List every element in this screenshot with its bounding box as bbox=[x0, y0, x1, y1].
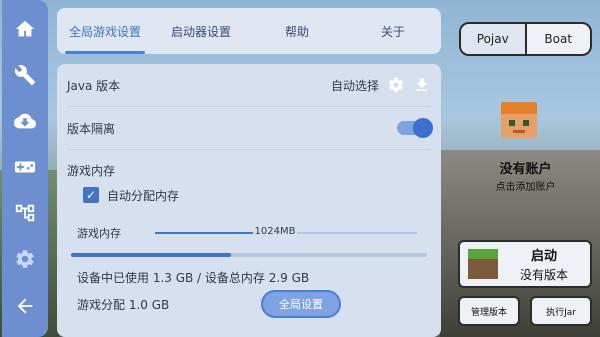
version-isolation-label: 版本隔离 bbox=[67, 121, 116, 136]
version-isolation-toggle[interactable] bbox=[397, 118, 433, 138]
tree-icon bbox=[15, 204, 35, 222]
game-allocation: 游戏分配 1.0 GB bbox=[77, 297, 170, 312]
version-isolation-row[interactable]: 版本隔离 bbox=[67, 107, 433, 150]
memory-usage-bar bbox=[71, 253, 427, 257]
manage-version-button[interactable]: 管理版本 bbox=[458, 296, 520, 326]
global-settings-button[interactable]: 全局设置 bbox=[261, 290, 341, 318]
left-nav-rail bbox=[2, 0, 48, 337]
memory-section-title: 游戏内存 bbox=[67, 164, 116, 178]
cloud-download-icon bbox=[14, 113, 36, 129]
segment-pojav[interactable]: Pojav bbox=[461, 24, 525, 54]
avatar[interactable] bbox=[501, 102, 537, 138]
tab-global-game-settings[interactable]: 全局游戏设置 bbox=[57, 8, 153, 54]
auto-memory-row[interactable]: ✓ 自动分配内存 bbox=[67, 183, 431, 207]
nav-download-button[interactable] bbox=[8, 104, 42, 138]
auto-memory-label: 自动分配内存 bbox=[107, 188, 180, 203]
add-account-hint[interactable]: 点击添加账户 bbox=[451, 178, 600, 193]
memory-slider[interactable]: 1024MB bbox=[155, 226, 417, 240]
memory-label: 游戏内存 bbox=[77, 227, 121, 240]
nav-tools-button[interactable] bbox=[8, 58, 42, 92]
settings-card: Java 版本 自动选择 版本隔离 游戏内存 ✓ 自动分配内存 游戏内存 102… bbox=[57, 64, 441, 337]
tab-about[interactable]: 关于 bbox=[345, 8, 441, 54]
home-icon bbox=[15, 20, 35, 37]
gear-icon[interactable] bbox=[387, 76, 405, 94]
nav-controls-button[interactable] bbox=[8, 150, 42, 184]
java-version-label: Java 版本 bbox=[67, 78, 121, 93]
download-icon[interactable] bbox=[413, 76, 431, 94]
java-version-value: 自动选择 bbox=[330, 78, 379, 93]
memory-usage-fill bbox=[71, 253, 232, 257]
memory-value: 1024MB bbox=[252, 226, 298, 237]
launch-title: 启动 bbox=[530, 249, 557, 264]
nav-back-button[interactable] bbox=[8, 289, 42, 323]
launch-button[interactable]: 启动 没有版本 bbox=[458, 240, 592, 288]
renderer-switch: Pojav Boat bbox=[459, 22, 592, 56]
gear-icon bbox=[16, 250, 34, 268]
run-jar-button[interactable]: 执行Jar bbox=[530, 296, 592, 326]
nav-home-button[interactable] bbox=[8, 12, 42, 46]
nav-settings-button[interactable] bbox=[8, 242, 42, 276]
back-arrow-icon bbox=[17, 298, 33, 314]
nav-mods-button[interactable] bbox=[8, 196, 42, 230]
settings-tabs: 全局游戏设置 启动器设置 帮助 关于 bbox=[57, 8, 441, 54]
auto-memory-checkbox[interactable]: ✓ bbox=[83, 187, 99, 203]
toggle-knob bbox=[413, 118, 433, 138]
device-memory-usage: 设备中已使用 1.3 GB / 设备总内存 2.9 GB bbox=[77, 271, 310, 285]
tab-help[interactable]: 帮助 bbox=[249, 8, 345, 54]
launcher-panel: Pojav Boat 没有账户 点击添加账户 启动 没有版本 管理版本 执行Ja… bbox=[451, 0, 600, 337]
wrench-icon bbox=[14, 65, 36, 86]
settings-panel: 全局游戏设置 启动器设置 帮助 关于 Java 版本 自动选择 版本隔离 游戏内… bbox=[57, 8, 441, 337]
tab-launcher-settings[interactable]: 启动器设置 bbox=[153, 8, 249, 54]
launch-version: 没有版本 bbox=[519, 268, 568, 282]
memory-slider-row: 游戏内存 1024MB bbox=[67, 215, 431, 251]
account-name[interactable]: 没有账户 bbox=[451, 158, 600, 177]
grass-block-icon bbox=[468, 249, 498, 279]
segment-boat[interactable]: Boat bbox=[524, 24, 591, 54]
gamepad-icon bbox=[14, 161, 36, 173]
java-version-row[interactable]: Java 版本 自动选择 bbox=[67, 64, 431, 107]
slider-fill bbox=[155, 232, 255, 234]
